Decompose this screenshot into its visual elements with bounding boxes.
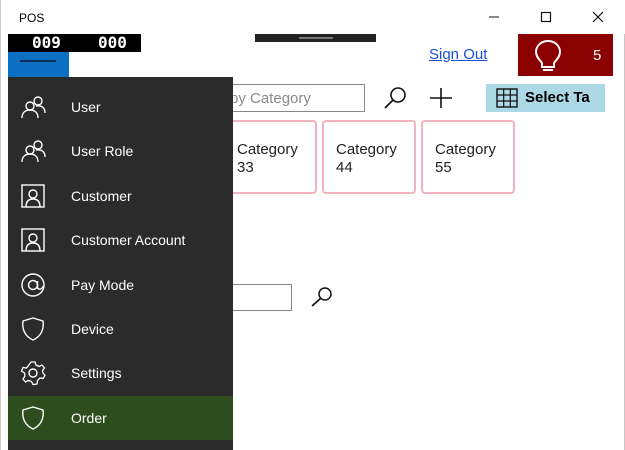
navigation-pane: User User Role Customer Customer Account… xyxy=(8,77,233,450)
nav-item-label: Customer Account xyxy=(71,232,186,248)
nav-item-label: User Role xyxy=(71,143,134,159)
window-title: POS xyxy=(19,11,45,25)
maximize-icon xyxy=(540,11,552,23)
plus-icon xyxy=(430,88,452,108)
category-tile-number: 33 xyxy=(237,159,254,176)
counter-display: 009 000 xyxy=(8,34,141,52)
gear-icon xyxy=(20,361,46,386)
nav-item-label: Pay Mode xyxy=(71,277,135,293)
counter-left: 009 xyxy=(32,33,61,52)
select-table-label: Select Ta xyxy=(525,89,590,106)
hamburger-icon xyxy=(20,60,56,62)
search-icon xyxy=(384,87,406,109)
nav-item-label: Order xyxy=(71,410,107,426)
category-tile-number: 44 xyxy=(336,159,353,176)
maximize-button[interactable] xyxy=(523,0,569,34)
category-tile[interactable]: Category 33 xyxy=(223,120,317,194)
category-search-input[interactable]: by Category xyxy=(223,84,365,112)
category-tile[interactable]: Category 55 xyxy=(421,120,515,194)
nav-item-pay-mode[interactable]: Pay Mode xyxy=(8,263,233,307)
at-sign-icon xyxy=(21,273,45,297)
close-button[interactable] xyxy=(575,0,621,34)
hamburger-menu-button[interactable] xyxy=(8,52,69,77)
nav-item-user-role[interactable]: User Role xyxy=(8,129,233,173)
select-table-button[interactable]: Select Ta xyxy=(486,84,605,112)
nav-item-user[interactable]: User xyxy=(8,85,233,129)
sign-out-link[interactable]: Sign Out xyxy=(429,46,487,63)
counter-right: 000 xyxy=(98,33,127,52)
notification-button[interactable]: 5 xyxy=(518,34,613,76)
close-icon xyxy=(592,11,604,23)
nav-item-customer-account[interactable]: Customer Account xyxy=(8,218,233,262)
table-grid-icon xyxy=(496,88,518,108)
add-category-button[interactable] xyxy=(425,84,457,112)
notification-count: 5 xyxy=(593,47,602,64)
users-icon xyxy=(21,140,46,163)
users-icon xyxy=(21,96,46,119)
nav-item-device[interactable]: Device xyxy=(8,307,233,351)
category-search-button[interactable] xyxy=(379,84,411,112)
top-strip-handle xyxy=(299,37,333,39)
shield-icon xyxy=(22,406,44,430)
category-search-placeholder: by Category xyxy=(230,90,311,107)
app-window: POS 009 000 Sign Out 5 by Category Selec… xyxy=(0,0,625,450)
nav-item-label: User xyxy=(71,99,101,115)
nav-item-customer[interactable]: Customer xyxy=(8,174,233,218)
product-search-input[interactable] xyxy=(223,284,292,311)
nav-item-order[interactable]: Order xyxy=(8,396,233,440)
product-search-button[interactable] xyxy=(306,284,336,312)
contact-card-icon xyxy=(21,228,45,252)
minimize-icon xyxy=(489,16,499,18)
minimize-button[interactable] xyxy=(471,0,517,34)
category-tile-label: Category xyxy=(435,141,496,158)
search-icon xyxy=(311,287,332,307)
nav-item-label: Customer xyxy=(71,188,132,204)
title-bar: POS xyxy=(1,0,625,34)
lightbulb-icon xyxy=(534,39,562,71)
nav-item-label: Device xyxy=(71,321,114,337)
category-tile-label: Category xyxy=(237,141,298,158)
category-tile[interactable]: Category 44 xyxy=(322,120,416,194)
nav-item-settings[interactable]: Settings xyxy=(8,351,233,395)
nav-item-label: Settings xyxy=(71,365,122,381)
contact-card-icon xyxy=(21,184,45,208)
shield-icon xyxy=(22,317,44,341)
top-strip xyxy=(255,34,376,42)
category-tile-number: 55 xyxy=(435,159,452,176)
category-tile-label: Category xyxy=(336,141,397,158)
